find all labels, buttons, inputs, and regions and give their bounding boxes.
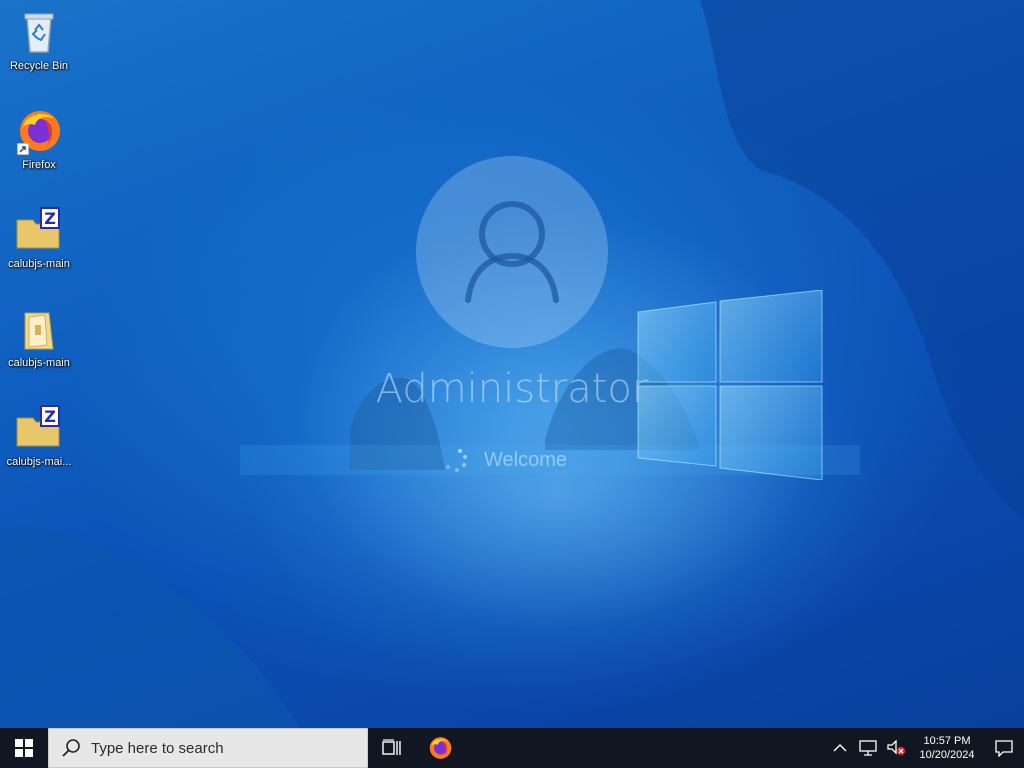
search-placeholder: Type here to search — [91, 739, 224, 757]
search-icon — [62, 739, 80, 757]
desktop-icon-zip-2[interactable]: Z calubjs-mai... — [1, 404, 77, 469]
desktop-icon-folder[interactable]: calubjs-main — [1, 305, 77, 370]
desktop-icon-label: Firefox — [22, 159, 56, 171]
wallpaper — [0, 0, 1024, 728]
user-avatar — [416, 156, 608, 348]
firefox-icon — [15, 107, 63, 155]
svg-text:Z: Z — [44, 209, 56, 228]
desktop-icon-firefox[interactable]: Firefox — [1, 107, 77, 172]
show-hidden-icons-button[interactable] — [826, 728, 854, 768]
desktop-icon-label: calubjs-mai... — [6, 456, 72, 468]
start-button[interactable] — [0, 728, 48, 768]
network-button[interactable] — [854, 728, 882, 768]
search-box[interactable]: Type here to search — [48, 728, 368, 768]
desktop-icon-recycle-bin[interactable]: Recycle Bin — [1, 8, 77, 73]
action-center-button[interactable] — [984, 728, 1024, 768]
volume-muted-icon — [887, 740, 906, 756]
recycle-bin-icon — [15, 8, 63, 56]
network-icon — [859, 740, 877, 756]
desktop-icon-label: calubjs-main — [8, 258, 70, 270]
clock[interactable]: 10:57 PM 10/20/2024 — [910, 728, 984, 768]
windows-start-icon — [15, 739, 33, 757]
desktop-icon-label: Recycle Bin — [9, 60, 69, 72]
zip-folder-icon: Z — [15, 404, 63, 452]
windows-logo — [637, 290, 823, 480]
chevron-up-icon — [833, 744, 847, 752]
task-view-icon — [382, 739, 401, 755]
desktop-icon-label: calubjs-main — [8, 357, 70, 369]
notification-icon — [995, 740, 1013, 757]
svg-text:Z: Z — [44, 407, 56, 426]
firefox-icon — [429, 737, 452, 759]
desktop-icon-zip-1[interactable]: Z calubjs-main — [1, 206, 77, 271]
login-status: Welcome — [440, 445, 567, 475]
login-status-text: Welcome — [484, 448, 567, 471]
desktop: Recycle Bin Firefox Z calubjs-main calub… — [0, 0, 1024, 728]
shortcut-arrow-icon — [17, 143, 29, 155]
user-icon — [465, 201, 559, 303]
folder-icon — [15, 305, 63, 353]
clock-date: 10/20/2024 — [919, 749, 975, 761]
clock-time: 10:57 PM — [923, 735, 971, 747]
volume-button[interactable] — [882, 728, 910, 768]
system-tray: 10:57 PM 10/20/2024 — [826, 728, 1024, 768]
loading-spinner-icon — [446, 449, 467, 472]
zip-folder-icon: Z — [15, 206, 63, 254]
taskbar: Type here to search 10:57 PM 10/20/2024 — [0, 728, 1024, 768]
taskbar-firefox-button[interactable] — [416, 728, 464, 768]
task-view-button[interactable] — [368, 728, 416, 768]
